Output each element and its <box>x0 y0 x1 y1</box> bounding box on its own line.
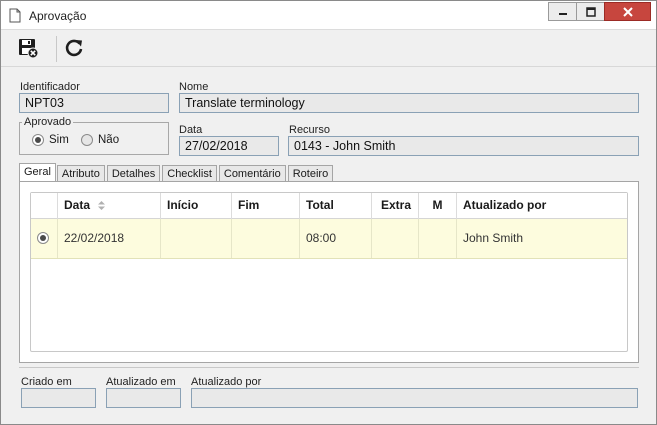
identificador-label: Identificador <box>20 81 80 93</box>
table-row[interactable]: 22/02/2018 08:00 John Smith <box>31 219 627 259</box>
header-select <box>31 193 57 219</box>
nome-field[interactable]: Translate terminology <box>179 93 639 113</box>
cell-total: 08:00 <box>299 219 371 258</box>
atualizado-por-field[interactable] <box>191 388 638 408</box>
tab-checklist[interactable]: Checklist <box>162 165 217 182</box>
header-fim[interactable]: Fim <box>231 193 299 219</box>
refresh-button[interactable] <box>61 35 87 61</box>
maximize-button[interactable] <box>576 2 605 21</box>
toolbar-separator <box>56 36 57 62</box>
data-field[interactable]: 27/02/2018 <box>179 136 279 156</box>
refresh-icon <box>65 39 83 57</box>
window-title: Aprovação <box>29 9 87 23</box>
close-icon <box>622 6 633 17</box>
tab-bar: Geral Atributo Detalhes Checklist Coment… <box>19 163 335 182</box>
header-total[interactable]: Total <box>299 193 371 219</box>
save-close-button[interactable] <box>15 35 41 61</box>
close-button[interactable] <box>604 2 651 21</box>
header-m[interactable]: M <box>418 193 456 219</box>
radio-sim-label: Sim <box>49 134 69 146</box>
radio-nao-label: Não <box>98 134 120 146</box>
approval-grid: Data Início Fim Total Extra M Atualizado… <box>30 192 628 352</box>
recurso-field[interactable]: 0143 - John Smith <box>288 136 639 156</box>
cell-data: 22/02/2018 <box>57 219 160 258</box>
tab-geral[interactable]: Geral <box>19 163 56 182</box>
cell-inicio <box>160 219 231 258</box>
minimize-button[interactable] <box>548 2 577 21</box>
header-atualizado-por[interactable]: Atualizado por <box>456 193 627 219</box>
aprovado-label: Aprovado <box>22 116 74 128</box>
criado-em-label: Criado em <box>21 376 72 388</box>
criado-em-field[interactable] <box>21 388 96 408</box>
tab-detalhes[interactable]: Detalhes <box>106 165 161 182</box>
cell-m <box>418 219 456 258</box>
header-data[interactable]: Data <box>57 193 160 219</box>
grid-header: Data Início Fim Total Extra M Atualizado… <box>31 193 627 219</box>
row-select-cell <box>31 219 57 258</box>
header-extra[interactable]: Extra <box>371 193 418 219</box>
cell-extra <box>371 219 418 258</box>
radio-sim[interactable] <box>32 134 44 146</box>
footer-divider <box>19 367 639 368</box>
cell-atualizado-por: John Smith <box>456 219 627 258</box>
header-inicio[interactable]: Início <box>160 193 231 219</box>
data-label: Data <box>179 124 203 136</box>
radio-nao[interactable] <box>81 134 93 146</box>
atualizado-em-label: Atualizado em <box>106 376 176 388</box>
cell-fim <box>231 219 299 258</box>
nome-label: Nome <box>179 81 209 93</box>
title-bar: Aprovação <box>1 1 656 30</box>
approval-window: Aprovação Identificador NPT03 Nome Trans… <box>0 0 657 425</box>
tab-atributo[interactable]: Atributo <box>56 165 105 182</box>
tab-roteiro[interactable]: Roteiro <box>287 165 334 182</box>
identificador-field[interactable]: NPT03 <box>19 93 169 113</box>
minimize-icon <box>558 12 567 15</box>
tab-comentario[interactable]: Comentário <box>218 165 286 182</box>
maximize-icon <box>585 6 596 17</box>
toolbar <box>1 31 656 67</box>
sort-icon <box>98 201 106 211</box>
document-icon <box>9 8 21 23</box>
save-close-icon <box>19 39 39 59</box>
window-controls <box>548 2 651 22</box>
recurso-label: Recurso <box>289 124 330 136</box>
row-select-radio[interactable] <box>37 232 49 244</box>
tab-panel-geral: Data Início Fim Total Extra M Atualizado… <box>19 181 639 363</box>
header-data-label: Data <box>64 198 91 212</box>
atualizado-em-field[interactable] <box>106 388 181 408</box>
atualizado-por-label: Atualizado por <box>191 376 262 388</box>
